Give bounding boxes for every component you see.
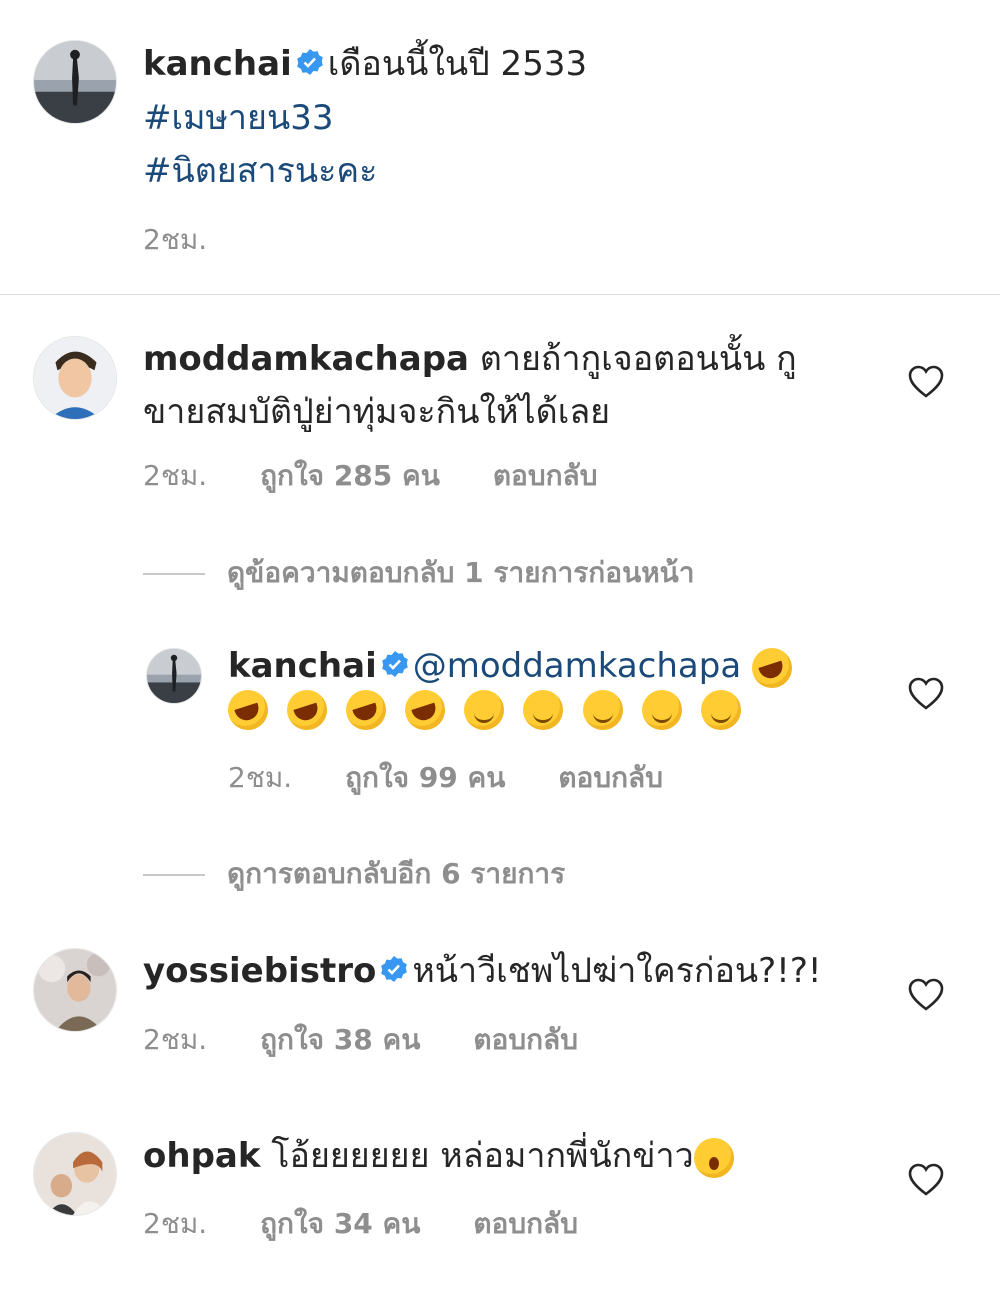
- reply-timestamp: 2ชม.: [228, 761, 293, 794]
- hashtag-link-1[interactable]: #เมษายน33: [143, 92, 983, 145]
- reply-button[interactable]: ตอบกลับ: [558, 761, 663, 794]
- rolling-on-floor-laughing-emoji: [228, 690, 268, 730]
- drooling-face-emoji: [641, 690, 682, 730]
- rolling-on-floor-laughing-emoji: [287, 690, 328, 730]
- reply-button[interactable]: ตอบกลับ: [473, 1023, 578, 1056]
- reply-username[interactable]: kanchai: [228, 646, 377, 686]
- rolling-on-floor-laughing-emoji: [405, 690, 446, 730]
- verified-badge-icon: [296, 39, 324, 92]
- heart-outline-icon[interactable]: [908, 677, 944, 711]
- comment-text: หน้าวีเชพไปฆ่าใครก่อน?!?!: [412, 951, 822, 991]
- caption-text: เดือนนี้ในปี 2533: [327, 44, 588, 84]
- drooling-face-emoji: [523, 690, 564, 730]
- verified-badge-icon: [380, 946, 408, 999]
- view-previous-label: ดูข้อความตอบกลับ 1 รายการก่อนหน้า: [227, 556, 695, 589]
- verified-badge-icon: [381, 641, 409, 694]
- rolling-on-floor-laughing-emoji: [346, 690, 387, 730]
- divider-line: [143, 573, 205, 575]
- avatar-moddamkachapa[interactable]: [33, 336, 117, 420]
- divider-line: [143, 874, 205, 876]
- comment-text: ตายถ้ากูเจอตอนนั้น กู: [479, 339, 797, 379]
- caption-timestamp: 2ชม.: [143, 223, 208, 256]
- reply-button[interactable]: ตอบกลับ: [473, 1207, 578, 1240]
- comment-timestamp: 2ชม.: [143, 1207, 208, 1240]
- avatar-ohpak[interactable]: [33, 1132, 117, 1216]
- comment-timestamp: 2ชม.: [143, 1023, 208, 1056]
- comment-text-cont: ขายสมบัติปู่ย่าทุ่มจะกินให้ได้เลย: [143, 392, 611, 432]
- drooling-face-emoji: [582, 690, 623, 730]
- avatar-yossiebistro[interactable]: [33, 948, 117, 1032]
- reply-likes-count[interactable]: ถูกใจ 99 คน: [345, 761, 505, 794]
- comment-username[interactable]: moddamkachapa: [143, 339, 469, 379]
- avatar-kanchai[interactable]: [33, 40, 117, 124]
- reply-button[interactable]: ตอบกลับ: [493, 459, 598, 492]
- avatar-image: [34, 1133, 116, 1215]
- rolling-on-floor-laughing-emoji: [752, 647, 792, 688]
- comment-username[interactable]: ohpak: [143, 1136, 260, 1176]
- heart-outline-icon[interactable]: [908, 365, 944, 399]
- caption-divider: [0, 294, 1000, 295]
- comment-text: โอ้ยยยยยย หล่อมากพี่นักข่าว: [271, 1136, 694, 1176]
- comment-timestamp: 2ชม.: [143, 459, 208, 492]
- heart-outline-icon[interactable]: [908, 1163, 944, 1197]
- avatar-image: [34, 41, 116, 123]
- view-more-replies-button[interactable]: ดูการตอบกลับอีก 6 รายการ: [143, 852, 565, 896]
- drooling-face-emoji: [700, 690, 741, 730]
- mention-link[interactable]: @moddamkachapa: [413, 646, 741, 686]
- avatar-image: [34, 337, 116, 419]
- comment-likes-count[interactable]: ถูกใจ 38 คน: [260, 1023, 420, 1056]
- view-previous-replies-button[interactable]: ดูข้อความตอบกลับ 1 รายการก่อนหน้า: [143, 551, 695, 595]
- view-more-label: ดูการตอบกลับอีก 6 รายการ: [227, 857, 566, 890]
- comment-likes-count[interactable]: ถูกใจ 34 คน: [260, 1207, 420, 1240]
- heart-outline-icon[interactable]: [908, 978, 944, 1012]
- avatar-image: [147, 649, 201, 703]
- drooling-face-emoji: [464, 690, 505, 730]
- avatar-image: [34, 949, 116, 1031]
- caption-username[interactable]: kanchai: [143, 44, 292, 84]
- comment-username[interactable]: yossiebistro: [143, 951, 376, 991]
- astonished-face-emoji: [693, 1137, 734, 1178]
- comment-likes-count[interactable]: ถูกใจ 285 คน: [260, 459, 440, 492]
- avatar-kanchai[interactable]: [146, 648, 202, 704]
- hashtag-link-2[interactable]: #นิตยสารนะคะ: [143, 145, 983, 198]
